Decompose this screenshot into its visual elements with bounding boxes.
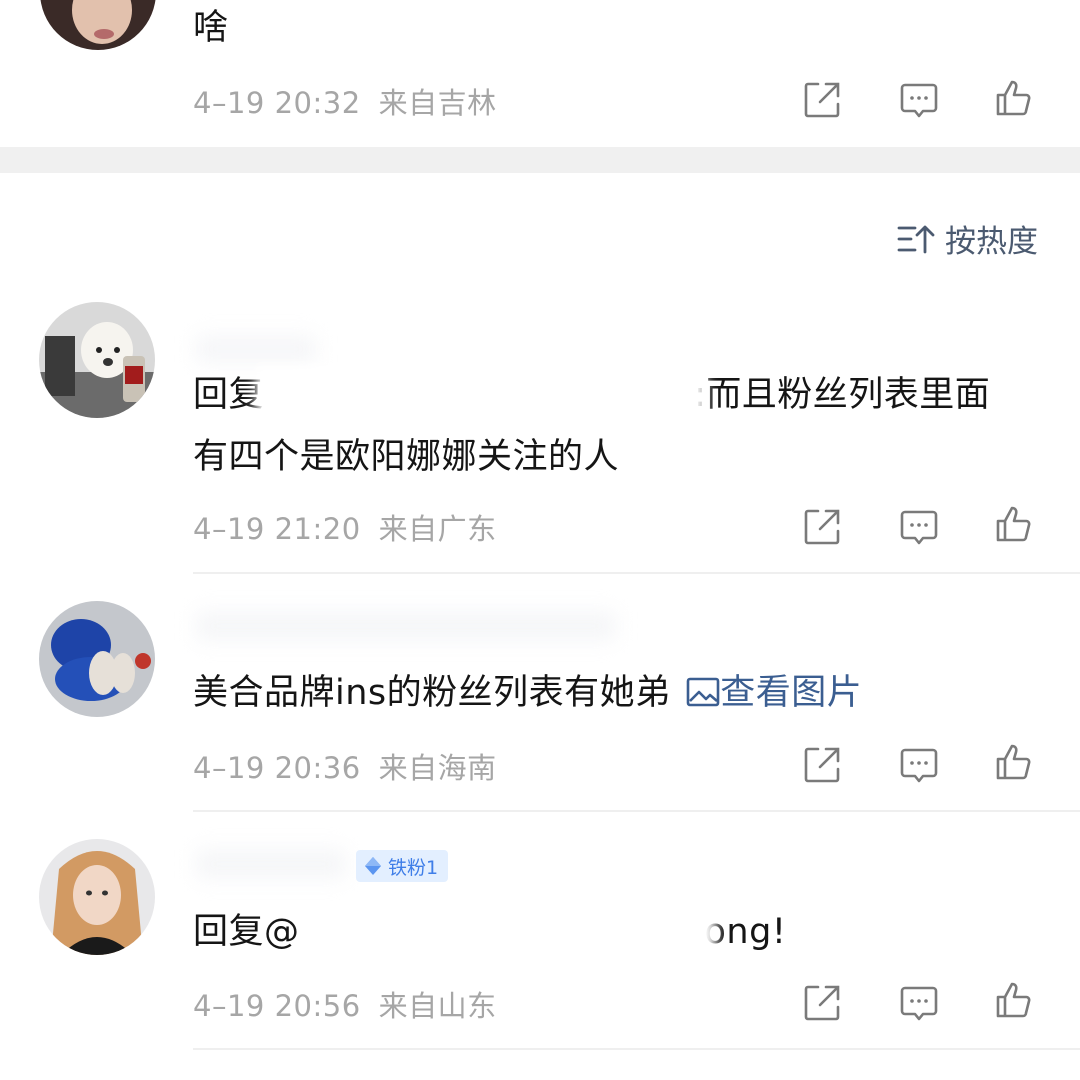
comment-meta: 4–19 21:20 来自广东	[193, 506, 497, 548]
comment-location: 来自广东	[378, 512, 497, 546]
comment-text: 美合品牌ins的粉丝列表有她弟 查看图片	[193, 662, 862, 724]
image-icon	[686, 677, 720, 707]
reply-body: :而且粉丝列表里面	[694, 375, 991, 415]
comment-body: 美合品牌ins的粉丝列表有她弟	[193, 673, 671, 713]
share-button[interactable]	[802, 80, 842, 120]
view-image-link[interactable]: 查看图片	[686, 673, 862, 713]
fan-level-badge: 铁粉1	[356, 850, 449, 882]
comment-time: 4–19 20:36	[193, 751, 361, 785]
avatar[interactable]	[39, 601, 155, 717]
comment-button[interactable]	[899, 507, 939, 547]
like-icon	[996, 80, 1031, 116]
comment-location: 来自山东	[378, 989, 497, 1023]
redaction-mask	[256, 366, 706, 426]
comment-time: 4–19 21:20	[193, 512, 361, 546]
avatar[interactable]	[40, 0, 156, 50]
redacted-username	[196, 612, 616, 640]
share-icon	[804, 82, 840, 118]
comment-meta: 4–19 20:32 来自吉林	[193, 80, 497, 122]
comment-divider	[193, 810, 1080, 812]
reply-body: ong!	[704, 912, 787, 952]
comment-icon	[900, 748, 938, 783]
reply-prefix: 回复	[193, 375, 265, 415]
sort-icon	[897, 225, 935, 253]
redacted-username	[196, 850, 346, 878]
like-button[interactable]	[994, 504, 1034, 544]
share-icon	[804, 985, 840, 1021]
share-icon	[804, 509, 840, 545]
comment-button[interactable]	[899, 983, 939, 1023]
like-icon	[996, 506, 1031, 542]
comment-button[interactable]	[899, 80, 939, 120]
comment-text-line2: 有四个是欧阳娜娜关注的人	[193, 437, 620, 477]
share-button[interactable]	[802, 745, 842, 785]
comment-divider	[193, 1048, 1080, 1050]
comment-icon	[900, 986, 938, 1021]
sort-by-hot-button[interactable]: 按热度	[897, 216, 1038, 261]
comment-location: 来自海南	[378, 751, 497, 785]
comment-text: 啥	[193, 8, 229, 48]
like-icon	[996, 744, 1031, 780]
like-button[interactable]	[994, 78, 1034, 118]
reply-prefix: 回复@	[193, 912, 300, 952]
share-button[interactable]	[802, 983, 842, 1023]
badge-label: 铁粉1	[388, 856, 439, 879]
diamond-icon	[365, 857, 381, 875]
comment-divider	[193, 572, 1080, 574]
comment-meta: 4–19 20:36 来自海南	[193, 745, 497, 787]
comment-icon	[900, 83, 938, 118]
like-button[interactable]	[994, 980, 1034, 1020]
view-image-label: 查看图片	[720, 673, 863, 713]
avatar[interactable]	[39, 839, 155, 955]
redacted-username	[196, 336, 316, 362]
avatar[interactable]	[39, 302, 155, 418]
share-button[interactable]	[802, 507, 842, 547]
like-button[interactable]	[994, 742, 1034, 782]
section-divider	[0, 147, 1080, 173]
redaction-mask	[306, 904, 716, 962]
sort-label: 按热度	[945, 224, 1038, 260]
comment-time: 4–19 20:56	[193, 989, 361, 1023]
comment-button[interactable]	[899, 745, 939, 785]
comment-meta: 4–19 20:56 来自山东	[193, 983, 497, 1025]
comment-icon	[900, 510, 938, 545]
comment-location: 来自吉林	[378, 86, 497, 120]
share-icon	[804, 747, 840, 783]
like-icon	[996, 982, 1031, 1018]
comment-time: 4–19 20:32	[193, 86, 361, 120]
